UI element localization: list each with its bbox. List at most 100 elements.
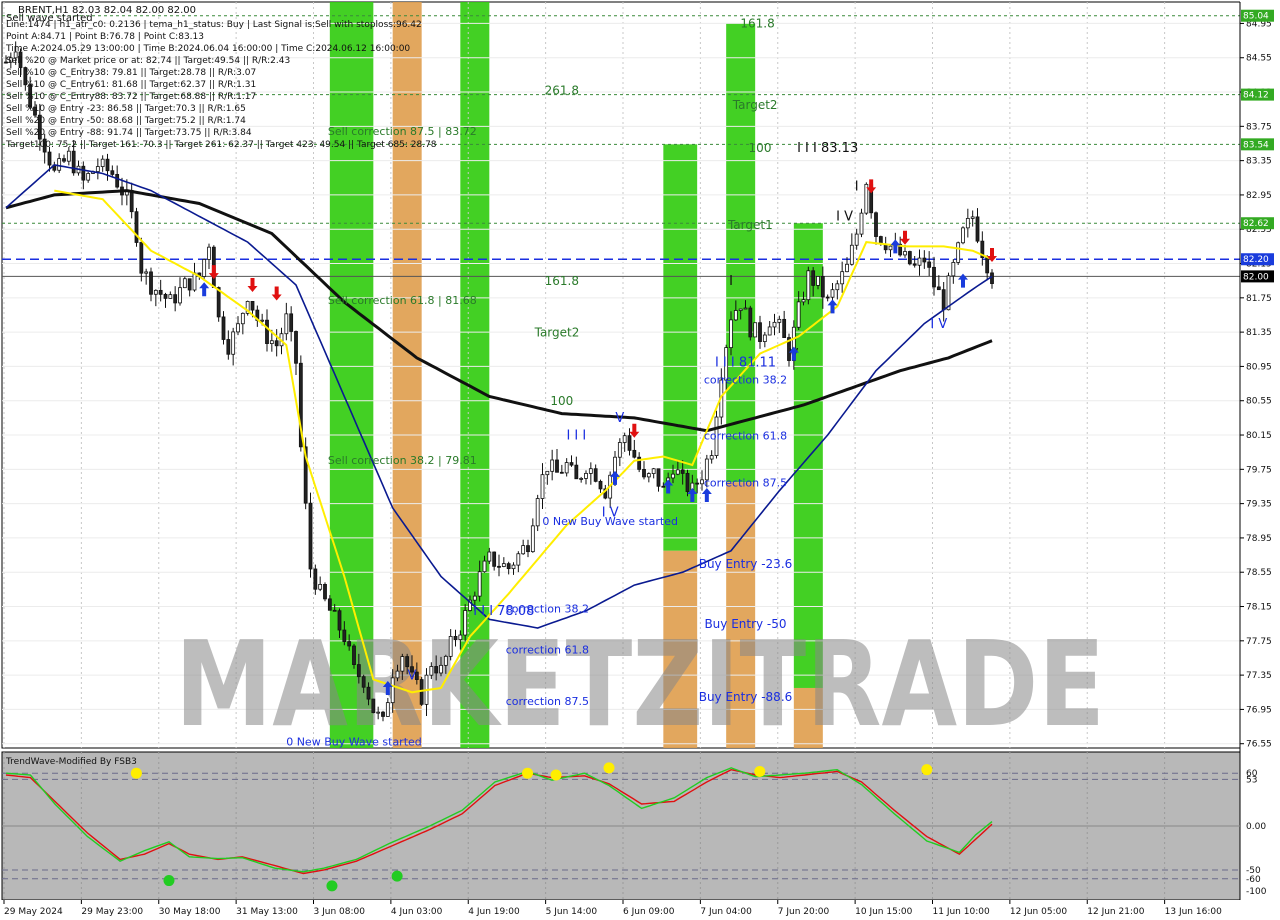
candle-body: [656, 468, 661, 487]
candle-body: [680, 469, 685, 474]
time-label: 4 Jun 19:00: [468, 907, 520, 917]
price-tick-label: 77.75: [1246, 637, 1272, 647]
candle-body: [110, 170, 115, 175]
chart-svg: MARKETZITRADE 161.8 261.8 Target2 Sell corr…: [0, 0, 1280, 920]
candle-body: [115, 174, 120, 188]
candle-body: [492, 551, 497, 567]
candle-body: [753, 322, 758, 338]
annotation-label: Sell correction 38.2 | 79.81: [328, 454, 477, 467]
annotation-label: correction 87.5: [704, 476, 787, 489]
candle-body: [434, 666, 439, 674]
wave-mark: I V: [930, 317, 947, 332]
candle-body: [439, 664, 443, 674]
annotation-label: Target1: [727, 218, 773, 232]
candle-body: [429, 666, 434, 676]
annotation-label: I I I 83.13: [797, 141, 858, 156]
price-tick-label: 78.15: [1246, 603, 1272, 613]
annotation-label: correction 87.5: [506, 695, 589, 708]
time-label: 3 Jun 08:00: [314, 907, 366, 917]
candle-body: [917, 257, 922, 266]
wave-mark: V: [615, 411, 624, 426]
price-tick-label: 83.35: [1246, 157, 1272, 167]
candle-body: [192, 272, 197, 291]
candle-body: [956, 242, 961, 263]
candle-body: [617, 442, 622, 458]
price-tick-label: 78.95: [1246, 534, 1272, 544]
info-line: Sell %10 @ Entry -23: 86.58 || Target:70…: [6, 104, 246, 114]
candle-body: [448, 635, 453, 657]
candle-body: [936, 286, 941, 291]
price-tick-label: 79.35: [1246, 500, 1272, 510]
candle-body: [927, 261, 932, 268]
price-badge-label: 85.04: [1243, 12, 1269, 22]
osc-tick-label: -60: [1246, 875, 1261, 885]
candle-body: [62, 158, 66, 162]
candle-body: [941, 289, 946, 311]
candle-body: [912, 263, 917, 266]
time-label: 12 Jun 05:00: [1010, 907, 1067, 917]
candle-body: [975, 216, 980, 242]
candle-body: [207, 246, 211, 260]
candle-body: [709, 455, 714, 460]
candle-body: [907, 251, 912, 265]
annotation-label: 161.8: [545, 274, 579, 288]
candle-body: [356, 664, 361, 678]
candle-body: [622, 435, 627, 443]
osc-signal-dot: [754, 765, 766, 777]
time-label: 29 May 23:00: [81, 907, 143, 917]
candle-body: [250, 301, 255, 311]
candle-body: [260, 319, 265, 322]
candle-body: [342, 629, 347, 642]
time-label: 12 Jun 21:00: [1087, 907, 1144, 917]
candle-body: [226, 339, 231, 355]
candle-body: [903, 251, 907, 256]
candle-body: [738, 308, 743, 311]
candle-body: [540, 474, 545, 499]
candle-body: [381, 711, 385, 717]
candle-body: [313, 568, 318, 590]
candle-body: [129, 189, 134, 213]
annotation-label: correction 38.2: [506, 603, 589, 616]
info-line: Sell %10 @ C_Entry61: 81.68 || Target:62…: [6, 80, 256, 90]
candle-body: [526, 545, 530, 553]
candle-body: [661, 485, 666, 488]
price-tick-label: 80.95: [1246, 362, 1272, 372]
candle-body: [593, 468, 598, 482]
candle-body: [221, 316, 226, 340]
candle-body: [443, 655, 448, 666]
candle-body: [849, 244, 854, 265]
candle-body: [782, 318, 787, 338]
time-label: 10 Jun 15:00: [855, 907, 912, 917]
candle-body: [564, 462, 569, 474]
info-line: Sell %20 @ Market price or at: 82.74 || …: [6, 56, 290, 66]
annotation-label: Sell correction 87.5 | 83.72: [328, 125, 477, 138]
candle-body: [772, 321, 777, 328]
candle-body: [458, 634, 463, 641]
info-line: Sell %20 @ Entry -50: 88.68 || Target:75…: [6, 116, 246, 126]
candle-body: [66, 150, 71, 162]
candle-body: [569, 462, 574, 466]
candle-body: [149, 271, 153, 295]
candle-body: [158, 289, 163, 295]
candle-body: [86, 173, 91, 181]
candle-body: [651, 468, 656, 474]
candle-body: [47, 151, 52, 166]
wave-mark: I V: [602, 505, 619, 520]
candle-body: [811, 270, 816, 286]
wave-mark: V: [408, 668, 417, 683]
candle-body: [932, 266, 936, 288]
osc-signal-dot: [163, 875, 175, 887]
price-badge-label: 82.00: [1243, 272, 1269, 282]
candle-body: [178, 287, 182, 304]
time-axis: 29 May 2024 29 May 23:00 30 May 18:00 31 Ma…: [0, 900, 1280, 920]
candle-body: [153, 289, 158, 295]
candle-body: [888, 245, 893, 251]
price-tick-label: 76.55: [1246, 740, 1272, 750]
annotation-label: Buy Entry -88.6: [699, 690, 793, 704]
candle-body: [332, 609, 337, 612]
info-line: Line:1474 | h1_atr_c0: 0.2136 | tema_h1_…: [6, 20, 422, 30]
candle-body: [584, 472, 588, 479]
wave-mark: I V: [836, 210, 853, 225]
price-tick-label: 77.35: [1246, 671, 1272, 681]
osc-signal-dot: [326, 880, 338, 892]
